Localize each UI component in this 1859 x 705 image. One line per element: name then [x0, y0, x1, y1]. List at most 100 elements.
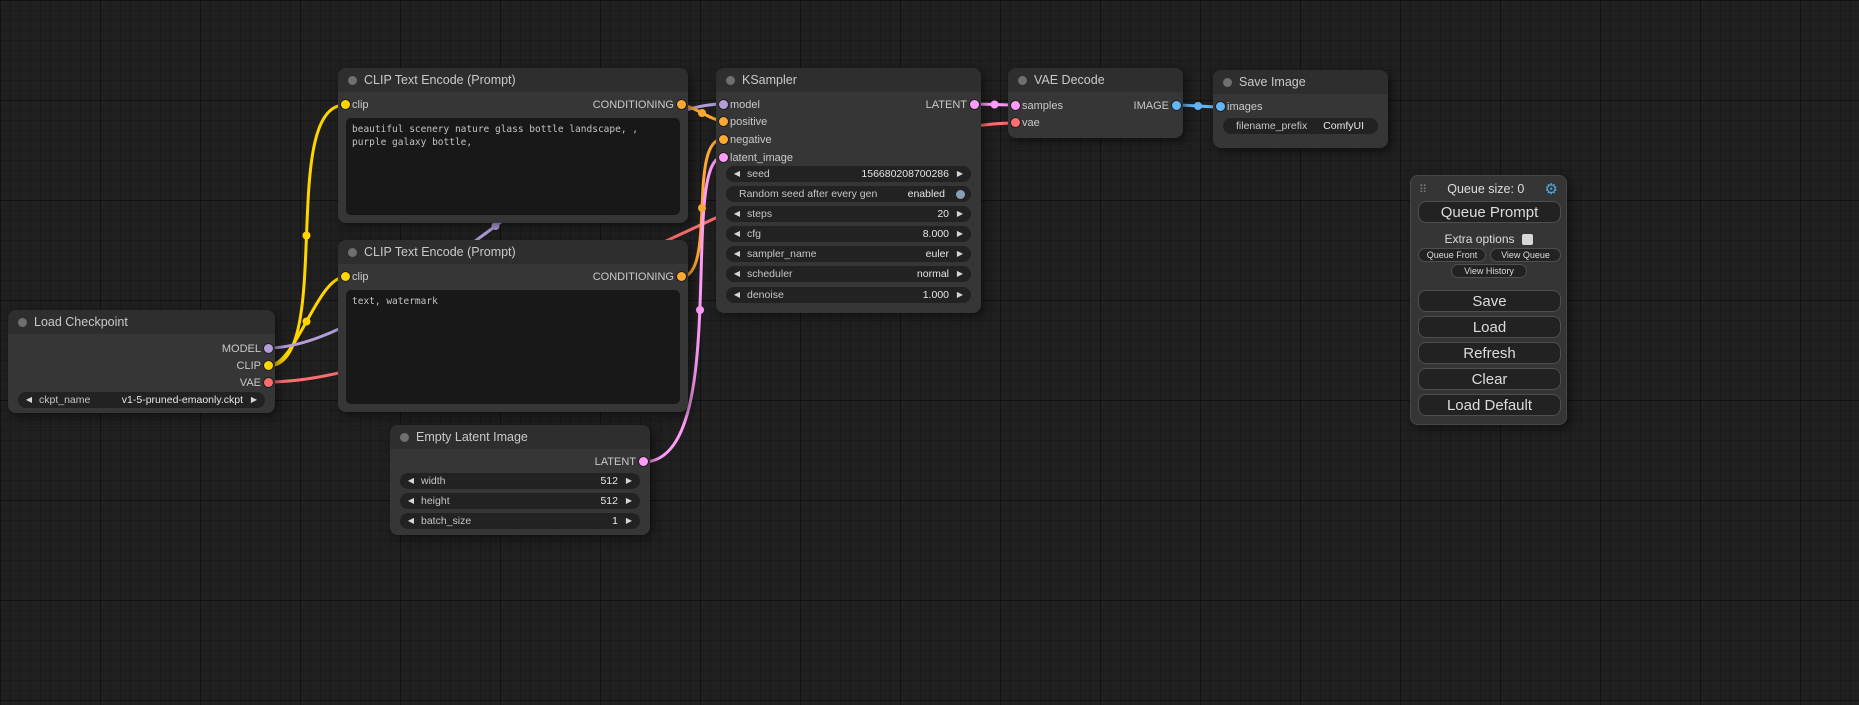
input-label-images: images	[1227, 101, 1262, 113]
increment-arrow-icon[interactable]: ▶	[623, 477, 635, 485]
load-default-button[interactable]: Load Default	[1418, 394, 1561, 416]
input-slot-latent-image[interactable]	[719, 153, 728, 162]
input-slot-clip[interactable]	[341, 100, 350, 109]
increment-arrow-icon[interactable]: ▶	[954, 210, 966, 218]
view-history-button[interactable]: View History	[1451, 264, 1527, 278]
decrement-arrow-icon[interactable]: ◀	[405, 477, 417, 485]
batch-size-widget[interactable]: ◀ batch_size 1 ▶	[400, 513, 640, 529]
decrement-arrow-icon[interactable]: ◀	[731, 250, 743, 258]
node-vae-decode[interactable]: VAE Decode samples IMAGE vae	[1008, 68, 1183, 138]
ckpt-name-widget[interactable]: ◀ ckpt_name v1-5-pruned-emaonly.ckpt ▶	[18, 392, 265, 408]
decrement-arrow-icon[interactable]: ◀	[731, 210, 743, 218]
collapse-dot-icon[interactable]	[18, 318, 27, 327]
decrement-arrow-icon[interactable]: ◀	[731, 291, 743, 299]
view-queue-button[interactable]: View Queue	[1490, 248, 1561, 262]
input-slot-images[interactable]	[1216, 102, 1225, 111]
node-title: CLIP Text Encode (Prompt)	[364, 73, 516, 87]
increment-arrow-icon[interactable]: ▶	[248, 396, 260, 404]
seed-toggle-icon[interactable]	[956, 190, 965, 199]
increment-arrow-icon[interactable]: ▶	[954, 250, 966, 258]
slot-row: positive	[716, 113, 981, 130]
output-slot-vae[interactable]	[264, 378, 273, 387]
settings-gear-icon[interactable]: ⚙	[1545, 182, 1558, 197]
scheduler-widget[interactable]: ◀ scheduler normal ▶	[726, 266, 971, 282]
increment-arrow-icon[interactable]: ▶	[954, 270, 966, 278]
queue-menu-panel[interactable]: ⠿ Queue size: 0 ⚙ Queue Prompt Extra opt…	[1410, 175, 1567, 425]
input-slot-negative[interactable]	[719, 135, 728, 144]
input-slot-positive[interactable]	[719, 117, 728, 126]
node-title: Save Image	[1239, 75, 1306, 89]
input-slot-vae[interactable]	[1011, 118, 1020, 127]
drag-handle-icon[interactable]: ⠿	[1419, 184, 1427, 195]
node-load-checkpoint[interactable]: Load Checkpoint MODEL CLIP VAE ◀ ckpt_na…	[8, 310, 275, 413]
node-clip-text-encode-positive[interactable]: CLIP Text Encode (Prompt) clip CONDITION…	[338, 68, 688, 223]
positive-prompt-textarea[interactable]: beautiful scenery nature glass bottle la…	[346, 118, 680, 215]
collapse-dot-icon[interactable]	[726, 76, 735, 85]
output-slot-image[interactable]	[1172, 101, 1181, 110]
node-graph-canvas[interactable]: Load Checkpoint MODEL CLIP VAE ◀ ckpt_na…	[0, 0, 1859, 705]
collapse-dot-icon[interactable]	[400, 433, 409, 442]
increment-arrow-icon[interactable]: ▶	[954, 230, 966, 238]
denoise-widget[interactable]: ◀ denoise 1.000 ▶	[726, 287, 971, 303]
width-widget[interactable]: ◀ width 512 ▶	[400, 473, 640, 489]
node-title-bar[interactable]: KSampler	[716, 68, 981, 92]
output-slot-clip[interactable]	[264, 361, 273, 370]
widget-label: batch_size	[421, 515, 471, 527]
collapse-dot-icon[interactable]	[1018, 76, 1027, 85]
increment-arrow-icon[interactable]: ▶	[623, 517, 635, 525]
increment-arrow-icon[interactable]: ▶	[623, 497, 635, 505]
seed-widget[interactable]: ◀ seed 156680208700286 ▶	[726, 166, 971, 182]
collapse-dot-icon[interactable]	[348, 76, 357, 85]
node-ksampler[interactable]: KSampler model LATENT positive negative …	[716, 68, 981, 313]
output-slot-conditioning[interactable]	[677, 272, 686, 281]
negative-prompt-textarea[interactable]: text, watermark	[346, 290, 680, 404]
extra-options-checkbox[interactable]	[1522, 234, 1533, 245]
node-title-bar[interactable]: Load Checkpoint	[8, 310, 275, 334]
input-slot-model[interactable]	[719, 100, 728, 109]
widget-value: ComfyUI	[1323, 120, 1364, 132]
decrement-arrow-icon[interactable]: ◀	[405, 497, 417, 505]
decrement-arrow-icon[interactable]: ◀	[405, 517, 417, 525]
widget-value: 1.000	[923, 289, 949, 301]
clear-button[interactable]: Clear	[1418, 368, 1561, 390]
output-slot-latent[interactable]	[639, 457, 648, 466]
decrement-arrow-icon[interactable]: ◀	[731, 170, 743, 178]
decrement-arrow-icon[interactable]: ◀	[731, 270, 743, 278]
output-slot-model[interactable]	[264, 344, 273, 353]
load-button[interactable]: Load	[1418, 316, 1561, 338]
sampler-name-widget[interactable]: ◀ sampler_name euler ▶	[726, 246, 971, 262]
node-title-bar[interactable]: CLIP Text Encode (Prompt)	[338, 68, 688, 92]
node-title-bar[interactable]: Empty Latent Image	[390, 425, 650, 449]
collapse-dot-icon[interactable]	[348, 248, 357, 257]
collapse-dot-icon[interactable]	[1223, 78, 1232, 87]
filename-prefix-widget[interactable]: filename_prefix ComfyUI	[1223, 118, 1378, 134]
decrement-arrow-icon[interactable]: ◀	[23, 396, 35, 404]
height-widget[interactable]: ◀ height 512 ▶	[400, 493, 640, 509]
increment-arrow-icon[interactable]: ▶	[954, 291, 966, 299]
output-label-conditioning: CONDITIONING	[593, 271, 674, 283]
output-slot-conditioning[interactable]	[677, 100, 686, 109]
widget-label: filename_prefix	[1236, 120, 1307, 132]
output-label-vae: VAE	[240, 377, 261, 389]
slot-row: VAE	[8, 374, 275, 391]
save-button[interactable]: Save	[1418, 290, 1561, 312]
node-title-bar[interactable]: Save Image	[1213, 70, 1388, 94]
input-label-samples: samples	[1022, 100, 1063, 112]
node-clip-text-encode-negative[interactable]: CLIP Text Encode (Prompt) clip CONDITION…	[338, 240, 688, 412]
input-slot-samples[interactable]	[1011, 101, 1020, 110]
cfg-widget[interactable]: ◀ cfg 8.000 ▶	[726, 226, 971, 242]
queue-prompt-button[interactable]: Queue Prompt	[1418, 201, 1561, 223]
queue-front-button[interactable]: Queue Front	[1418, 248, 1486, 262]
refresh-button[interactable]: Refresh	[1418, 342, 1561, 364]
node-empty-latent-image[interactable]: Empty Latent Image LATENT ◀ width 512 ▶ …	[390, 425, 650, 535]
decrement-arrow-icon[interactable]: ◀	[731, 230, 743, 238]
input-slot-clip[interactable]	[341, 272, 350, 281]
node-title-bar[interactable]: CLIP Text Encode (Prompt)	[338, 240, 688, 264]
random-seed-widget[interactable]: Random seed after every gen enabled	[726, 186, 971, 202]
increment-arrow-icon[interactable]: ▶	[954, 170, 966, 178]
output-slot-latent[interactable]	[970, 100, 979, 109]
steps-widget[interactable]: ◀ steps 20 ▶	[726, 206, 971, 222]
node-title-bar[interactable]: VAE Decode	[1008, 68, 1183, 92]
node-save-image[interactable]: Save Image images filename_prefix ComfyU…	[1213, 70, 1388, 148]
link-midpoint-dot	[991, 101, 999, 109]
